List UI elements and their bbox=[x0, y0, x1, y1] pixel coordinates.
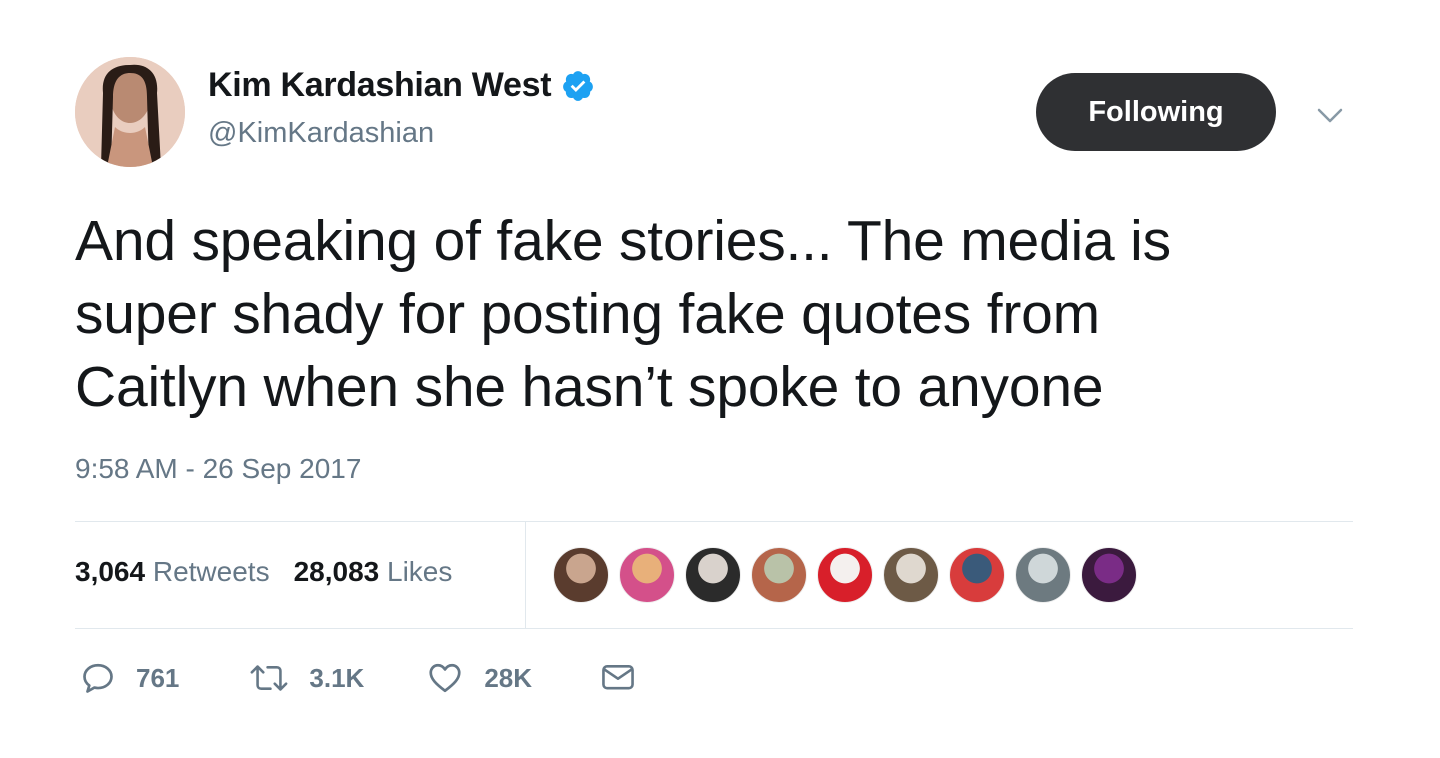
liker-avatar[interactable] bbox=[1015, 547, 1071, 603]
reply-count: 761 bbox=[136, 662, 180, 693]
liker-avatar[interactable] bbox=[1081, 547, 1137, 603]
liker-avatar[interactable] bbox=[751, 547, 807, 603]
chevron-down-icon[interactable] bbox=[1316, 103, 1344, 127]
tweet-actions: 761 3.1K 28K bbox=[80, 660, 636, 696]
likes-stat[interactable]: 28,083 Likes bbox=[294, 556, 453, 588]
avatar[interactable] bbox=[75, 57, 185, 167]
liker-avatar[interactable] bbox=[883, 547, 939, 603]
heart-icon bbox=[426, 660, 464, 696]
reply-icon bbox=[80, 660, 116, 696]
envelope-icon bbox=[600, 662, 636, 694]
tweet-timestamp[interactable]: 9:58 AM - 26 Sep 2017 bbox=[75, 453, 361, 485]
following-button[interactable]: Following bbox=[1036, 73, 1276, 151]
direct-message-button[interactable] bbox=[600, 662, 636, 694]
retweets-stat[interactable]: 3,064 Retweets bbox=[75, 556, 270, 588]
retweet-icon bbox=[249, 660, 289, 696]
retweet-count: 3.1K bbox=[309, 662, 365, 693]
reply-button[interactable]: 761 bbox=[80, 660, 179, 696]
like-count: 28K bbox=[484, 662, 533, 693]
verified-badge-icon bbox=[561, 69, 595, 103]
avatar-image bbox=[75, 57, 185, 167]
user-name-row: Kim Kardashian West bbox=[208, 66, 595, 105]
display-name[interactable]: Kim Kardashian West bbox=[208, 66, 552, 105]
liker-avatars bbox=[553, 547, 1147, 603]
user-handle[interactable]: @KimKardashian bbox=[208, 117, 434, 150]
retweet-button[interactable]: 3.1K bbox=[249, 660, 364, 696]
tweet-stats: 3,064 Retweets 28,083 Likes bbox=[75, 556, 476, 588]
retweets-label: Retweets bbox=[152, 556, 270, 587]
divider-top bbox=[75, 521, 1353, 522]
liker-avatar[interactable] bbox=[949, 547, 1005, 603]
liker-avatar[interactable] bbox=[619, 547, 675, 603]
liker-avatar[interactable] bbox=[685, 547, 741, 603]
liker-avatar[interactable] bbox=[553, 547, 609, 603]
like-button[interactable]: 28K bbox=[426, 660, 532, 696]
likes-count: 28,083 bbox=[293, 556, 380, 587]
divider-bottom bbox=[75, 628, 1353, 629]
likes-label: Likes bbox=[387, 556, 453, 587]
retweets-count: 3,064 bbox=[75, 556, 146, 587]
liker-avatar[interactable] bbox=[817, 547, 873, 603]
tweet-text: And speaking of fake stories... The medi… bbox=[75, 209, 1171, 419]
divider-vertical bbox=[525, 521, 526, 629]
